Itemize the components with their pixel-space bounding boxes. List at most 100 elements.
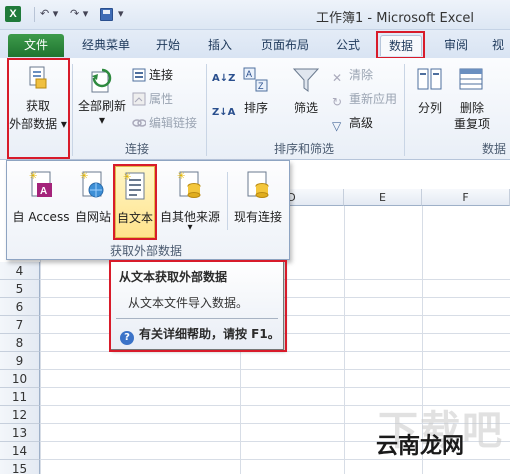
edit-links-button: 编辑链接: [132, 114, 197, 132]
svg-text:✳: ✳: [80, 171, 88, 182]
svg-text:✳: ✳: [177, 171, 185, 182]
row-header[interactable]: 15: [0, 460, 40, 474]
text-to-columns-button[interactable]: 分列: [410, 62, 450, 122]
gridline-vertical: [344, 206, 345, 474]
external-data-icon: [29, 66, 47, 89]
get-external-data-button[interactable]: 获取 外部数据 ▾: [8, 62, 68, 158]
reapply-icon: ↻: [332, 95, 343, 109]
reapply-label: 重新应用: [349, 92, 398, 106]
from-access-button[interactable]: A ✳ 自 Access: [12, 166, 70, 238]
gridline-horizontal: [40, 351, 510, 352]
group-separator: [72, 64, 73, 156]
sort-ascending-button[interactable]: A↓Z: [212, 70, 235, 88]
clear-filter-button: ✕ 清除: [332, 66, 374, 85]
row-header[interactable]: 7: [0, 316, 40, 334]
filter-button[interactable]: 筛选: [284, 62, 328, 122]
svg-text:Z: Z: [258, 81, 264, 91]
reapply-button: ↻ 重新应用: [332, 90, 398, 109]
properties-icon: [132, 92, 146, 106]
svg-text:✳: ✳: [123, 172, 131, 183]
remove-duplicates-button[interactable]: 删除 重复项: [450, 62, 494, 132]
undo-icon[interactable]: ↶ ▾: [40, 7, 58, 20]
sort-label: 排序: [243, 101, 268, 115]
tab-view[interactable]: 视: [486, 35, 510, 56]
row-header[interactable]: 4: [0, 262, 40, 280]
existing-connections-button[interactable]: 现有连接: [230, 166, 286, 238]
excel-app-icon[interactable]: X: [5, 6, 21, 22]
other-sources-icon: ✳: [177, 171, 201, 198]
clear-filter-icon: ✕: [332, 71, 343, 85]
row-header[interactable]: 11: [0, 388, 40, 406]
dropdown-arrow-icon: ▾: [60, 117, 67, 131]
tab-home[interactable]: 开始: [148, 35, 188, 56]
tab-file[interactable]: 文件: [8, 34, 64, 57]
get-external-label-2: 外部数据 ▾: [9, 117, 67, 131]
row-header[interactable]: 14: [0, 442, 40, 460]
get-external-label-1: 获取: [25, 99, 50, 113]
web-globe-icon: ✳: [80, 171, 104, 198]
help-icon: ?: [120, 331, 134, 345]
redo-icon[interactable]: ↷ ▾: [70, 7, 88, 20]
dropdown-divider: [227, 172, 228, 230]
tooltip-help-text: 有关详细帮助，请按 F1。: [139, 327, 280, 341]
column-header-e[interactable]: E: [344, 189, 422, 206]
watermark-logo: 云南龙网: [376, 434, 465, 459]
data-tools-group-label: 数据: [482, 142, 507, 156]
link-icon: [132, 119, 146, 127]
tab-classic-menu[interactable]: 经典菜单: [76, 35, 136, 56]
tooltip-title: 从文本获取外部数据: [119, 270, 228, 284]
connections-label: 连接: [149, 68, 174, 82]
connections-button[interactable]: 连接: [132, 66, 173, 84]
text-to-columns-icon: [417, 68, 442, 90]
row-header[interactable]: 13: [0, 424, 40, 442]
sort-descending-button[interactable]: Z↓A: [212, 104, 235, 122]
save-icon[interactable]: [100, 8, 113, 21]
advanced-filter-label: 高级: [349, 116, 374, 130]
access-db-icon: A ✳: [29, 171, 52, 197]
from-text-label: 自文本: [116, 211, 153, 225]
refresh-icon: [91, 68, 112, 93]
customize-quick-access-icon[interactable]: ▾: [118, 7, 124, 20]
gridline-horizontal: [40, 369, 510, 370]
svg-text:A: A: [246, 69, 252, 79]
row-header[interactable]: 10: [0, 370, 40, 388]
sort-button[interactable]: A Z 排序: [238, 62, 274, 122]
from-web-button[interactable]: ✳ 自网站: [72, 166, 114, 238]
svg-text:A: A: [40, 186, 47, 197]
quick-access-separator: [34, 7, 35, 22]
from-text-button[interactable]: ✳ 自文本: [115, 166, 155, 238]
gridline-horizontal: [40, 387, 510, 388]
group-separator: [206, 64, 207, 156]
title-bar: X ↶ ▾ ↷ ▾ ▾ 工作簿1 - Microsoft Excel: [0, 0, 510, 30]
column-header-f[interactable]: F: [422, 189, 510, 206]
filter-funnel-icon: [292, 68, 320, 92]
tab-formulas[interactable]: 公式: [328, 35, 368, 56]
sort-filter-group-label: 排序和筛选: [274, 142, 335, 156]
ribbon-tab-row: 文件 经典菜单 开始 插入 页面布局 公式 数据 审阅 视: [0, 30, 510, 58]
from-other-sources-button[interactable]: ✳ 自其他来源 ▾: [158, 166, 222, 238]
tab-page-layout[interactable]: 页面布局: [254, 35, 316, 56]
row-header[interactable]: 5: [0, 280, 40, 298]
window-title: 工作簿1 - Microsoft Excel: [316, 11, 474, 26]
text-file-icon: ✳: [123, 172, 145, 200]
connections-group-label: 连接: [125, 142, 150, 156]
row-header[interactable]: 9: [0, 352, 40, 370]
clear-filter-label: 清除: [349, 68, 374, 82]
remove-duplicates-icon: [459, 68, 483, 90]
properties-label: 属性: [149, 92, 174, 106]
tab-data[interactable]: 数据: [380, 35, 422, 56]
tab-insert[interactable]: 插入: [200, 35, 240, 56]
filter-label: 筛选: [293, 101, 318, 115]
existing-connections-icon: [247, 171, 269, 198]
from-access-label: 自 Access: [12, 210, 70, 224]
advanced-filter-button[interactable]: ▽ 高级: [332, 114, 374, 133]
row-header[interactable]: 8: [0, 334, 40, 352]
tooltip-help: ? 有关详细帮助，请按 F1。: [120, 325, 280, 345]
text-to-columns-label: 分列: [417, 101, 442, 115]
refresh-all-arrow-icon: ▾: [98, 113, 106, 127]
row-header[interactable]: 6: [0, 298, 40, 316]
tab-review[interactable]: 审阅: [436, 35, 476, 56]
row-header[interactable]: 12: [0, 406, 40, 424]
from-web-label: 自网站: [74, 210, 111, 224]
refresh-all-button[interactable]: 全部刷新 ▾: [76, 62, 128, 132]
